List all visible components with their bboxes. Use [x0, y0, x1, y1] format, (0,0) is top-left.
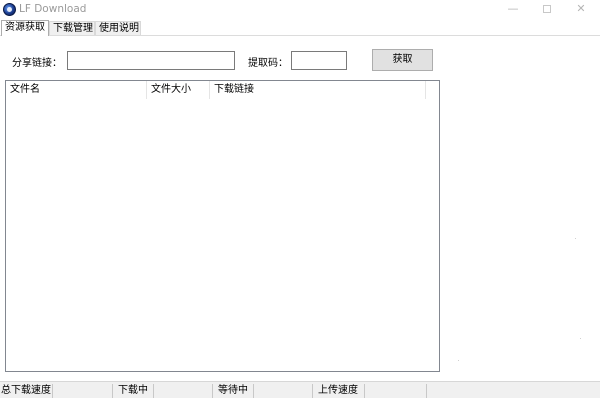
file-list[interactable]: 文件名 文件大小 下载链接 [5, 80, 440, 372]
status-divider [212, 384, 213, 398]
share-link-input[interactable] [67, 51, 235, 70]
column-header-download-link[interactable]: 下载链接 [210, 81, 426, 99]
status-downloading: 下载中 [118, 385, 148, 396]
status-bar: 总下载速度 下载中 等待中 上传速度 [0, 381, 600, 398]
tab-instructions[interactable]: 使用说明 [95, 21, 141, 36]
status-divider [364, 384, 365, 398]
status-divider [153, 384, 154, 398]
extract-code-input[interactable] [291, 51, 347, 70]
status-divider [112, 384, 113, 398]
background-speck [575, 238, 576, 239]
background-speck [580, 338, 581, 339]
app-logo-icon [3, 3, 16, 16]
background-speck [458, 360, 459, 361]
status-divider [426, 384, 427, 398]
tab-resource-fetch[interactable]: 资源获取 [1, 20, 49, 36]
status-upload-speed: 上传速度 [318, 385, 358, 396]
status-waiting: 等待中 [218, 385, 248, 396]
title-bar: LF Download — ✕ [0, 0, 600, 20]
file-list-header: 文件名 文件大小 下载链接 [6, 81, 439, 99]
status-divider [52, 384, 53, 398]
status-divider [253, 384, 254, 398]
status-divider [312, 384, 313, 398]
fetch-button[interactable]: 获取 [372, 49, 433, 71]
close-button[interactable]: ✕ [566, 0, 596, 20]
window-title: LF Download [19, 3, 87, 15]
column-header-filesize[interactable]: 文件大小 [147, 81, 210, 99]
status-total-download-speed: 总下载速度 [1, 385, 51, 396]
extract-code-label: 提取码： [248, 58, 288, 69]
column-header-filename[interactable]: 文件名 [6, 81, 147, 99]
minimize-button[interactable]: — [498, 0, 528, 20]
tab-strip: 资源获取 下载管理 使用说明 [0, 20, 600, 36]
tab-download-manager[interactable]: 下载管理 [49, 21, 95, 36]
maximize-button[interactable] [532, 0, 562, 20]
maximize-icon [543, 5, 551, 13]
share-link-label: 分享链接： [12, 58, 62, 69]
